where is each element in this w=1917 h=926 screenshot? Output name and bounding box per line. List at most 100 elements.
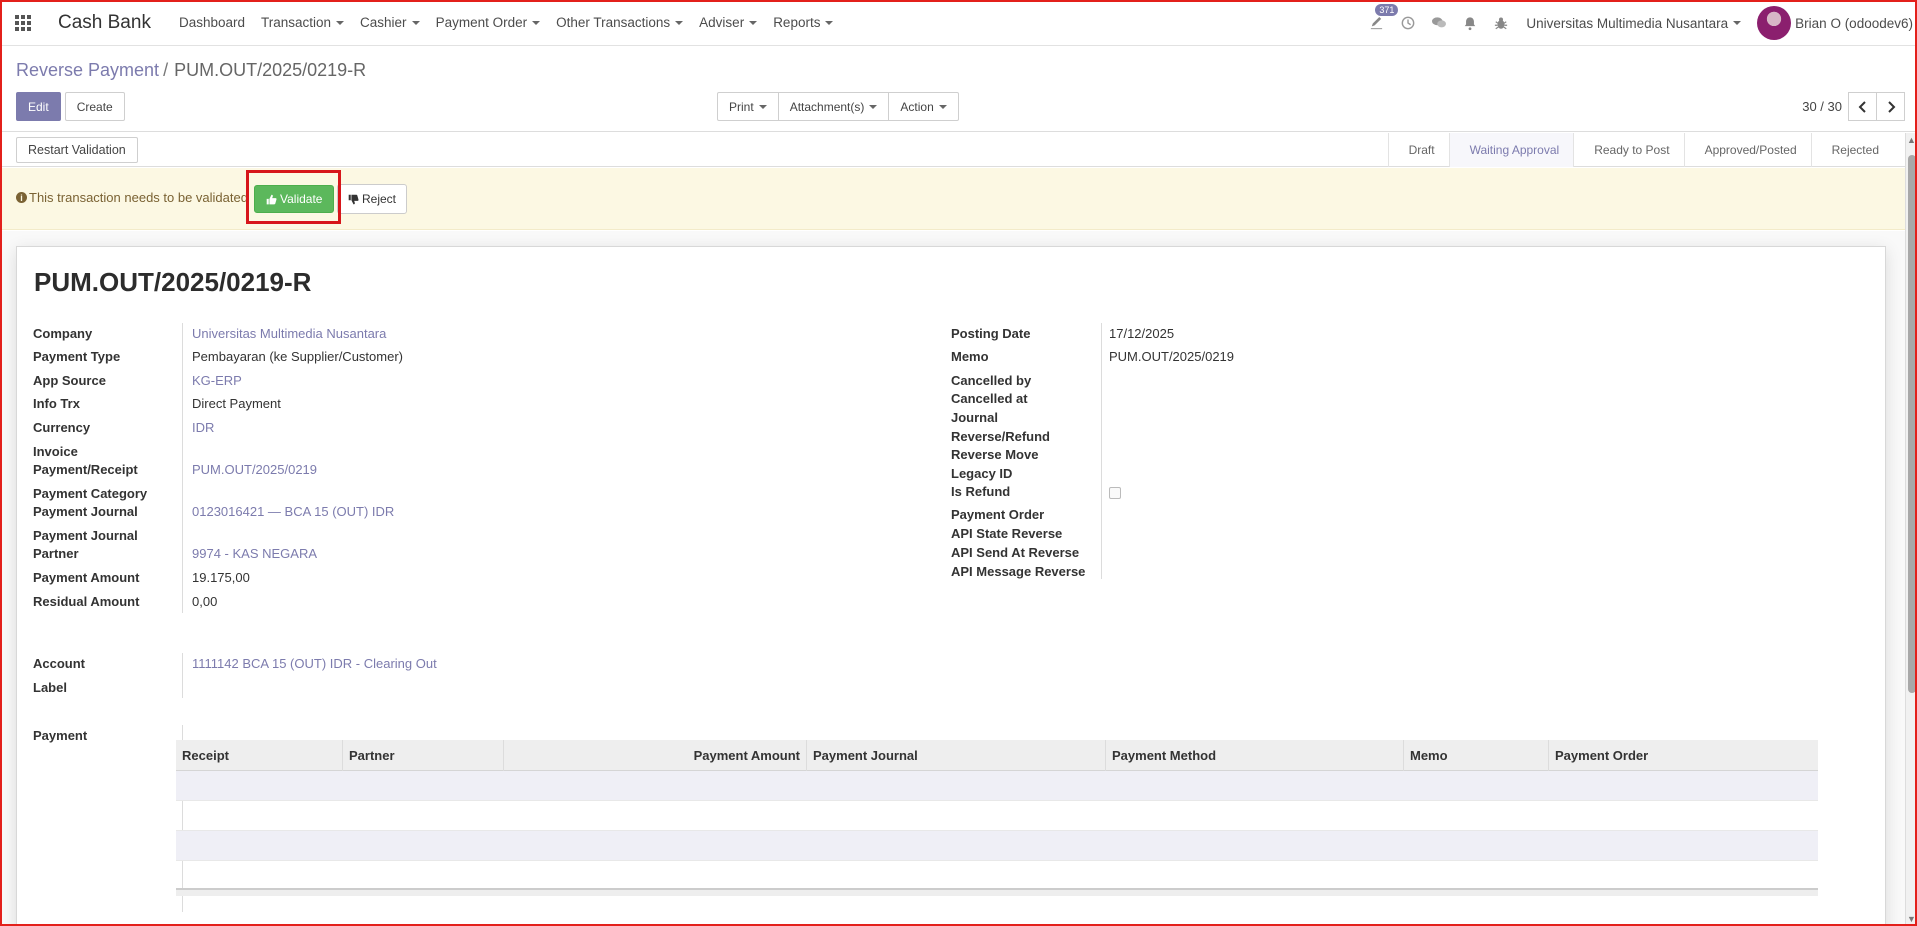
column-memo[interactable]: Memo [1404, 740, 1549, 771]
menu-label: Cashier [360, 15, 407, 30]
journal-label: Journal [951, 410, 998, 425]
caret-down-icon [532, 20, 541, 25]
company-value[interactable]: Universitas Multimedia Nusantara [192, 326, 386, 342]
column-payment-journal[interactable]: Payment Journal [807, 740, 1106, 771]
caret-down-icon [825, 20, 834, 25]
alert-message: i This transaction needs to be validated [16, 190, 248, 205]
app-source-label: App Source [33, 373, 106, 388]
payment-receipt-value[interactable]: PUM.OUT/2025/0219 [192, 462, 317, 478]
menu-label: Adviser [699, 15, 745, 30]
payment-amount-label: Payment Amount [33, 570, 140, 585]
user-name: Brian O (odoodev6) [1795, 15, 1913, 31]
menu-label: Reports [773, 15, 821, 30]
bell-icon[interactable] [1454, 0, 1485, 46]
is-refund-checkbox[interactable] [1109, 487, 1121, 499]
pager-previous-button[interactable] [1848, 92, 1877, 121]
menu-reports[interactable]: Reports [765, 0, 841, 46]
reject-button[interactable]: Reject [337, 184, 408, 214]
stage-approved-posted: Approved/Posted [1683, 133, 1811, 167]
apps-menu-icon[interactable] [0, 0, 46, 46]
form-statusbar: Restart Validation Draft Waiting Approva… [0, 133, 1905, 167]
menu-label: Payment Order [435, 15, 528, 30]
vertical-scrollbar[interactable]: ▲ ▼ [1905, 133, 1917, 926]
payment-order-label: Payment Order [951, 507, 1045, 522]
column-payment-order[interactable]: Payment Order [1549, 740, 1818, 771]
breadcrumb-parent-link[interactable]: Reverse Payment [16, 60, 159, 80]
info-trx-label: Info Trx [33, 396, 80, 411]
top-navbar: Cash Bank Dashboard Transaction Cashier … [0, 0, 1917, 46]
breadcrumb-separator: / [163, 60, 169, 80]
account-value[interactable]: 1111142 BCA 15 (OUT) IDR - Clearing Out [192, 656, 437, 672]
api-message-reverse-label: API Message Reverse [951, 564, 1086, 579]
menu-label: Transaction [261, 15, 332, 30]
menu-other-transactions[interactable]: Other Transactions [548, 0, 691, 46]
left-column-divider [182, 323, 183, 613]
currency-value[interactable]: IDR [192, 420, 214, 436]
action-dropdown[interactable]: Action [888, 92, 959, 121]
residual-amount-value: 0,00 [192, 594, 218, 609]
menu-payment-order[interactable]: Payment Order [428, 0, 549, 46]
edit-button[interactable]: Edit [16, 92, 61, 121]
table-row [176, 831, 1818, 861]
pager-value[interactable]: 30 / 30 [1802, 99, 1842, 114]
company-name: Universitas Multimedia Nusantara [1526, 15, 1729, 31]
alert-text: This transaction needs to be validated [29, 190, 248, 205]
cancelled-by-label: Cancelled by [951, 373, 1032, 388]
attachments-dropdown[interactable]: Attachment(s) [777, 92, 890, 121]
avatar [1757, 6, 1792, 40]
scroll-up-arrow-icon[interactable]: ▲ [1907, 135, 1916, 145]
column-partner[interactable]: Partner [343, 740, 504, 771]
app-title[interactable]: Cash Bank [58, 12, 151, 34]
table-footer [176, 888, 1818, 896]
column-payment-method[interactable]: Payment Method [1106, 740, 1404, 771]
column-receipt[interactable]: Receipt [176, 740, 343, 771]
menu-dashboard[interactable]: Dashboard [171, 0, 253, 46]
payment-journal-partner-label-1: Payment Journal [33, 528, 138, 543]
breadcrumb-current: PUM.OUT/2025/0219-R [174, 60, 367, 80]
print-dropdown[interactable]: Print [717, 92, 779, 121]
restart-validation-button[interactable]: Restart Validation [16, 137, 138, 163]
payment-journal-partner-value[interactable]: 9974 - KAS NEGARA [192, 546, 317, 562]
caret-down-icon [749, 20, 758, 25]
reject-label: Reject [362, 192, 397, 206]
bug-icon[interactable] [1485, 0, 1516, 46]
column-payment-amount[interactable]: Payment Amount [504, 740, 807, 771]
memo-value: PUM.OUT/2025/0219 [1109, 349, 1235, 364]
app-source-value[interactable]: KG-ERP [192, 373, 242, 389]
record-title: PUM.OUT/2025/0219-R [34, 267, 312, 297]
user-menu[interactable]: Brian O (odoodev6) [1757, 6, 1917, 40]
company-switcher[interactable]: Universitas Multimedia Nusantara [1526, 15, 1742, 31]
invoice-label: Invoice [33, 444, 78, 459]
payment-journal-value[interactable]: 0123016421 — BCA 15 (OUT) IDR [192, 504, 394, 520]
info-circle-icon: i [16, 192, 27, 203]
form-sheet: PUM.OUT/2025/0219-R Company Payment Type… [16, 246, 1886, 926]
activity-edit-icon[interactable]: 371 [1361, 0, 1399, 46]
chat-icon[interactable] [1423, 0, 1454, 46]
scrollbar-thumb[interactable] [1908, 155, 1916, 693]
stage-rejected: Rejected [1810, 133, 1893, 167]
create-button[interactable]: Create [64, 92, 125, 121]
breadcrumb: Reverse Payment / PUM.OUT/2025/0219-R [16, 60, 366, 81]
payment-category-label: Payment Category [33, 486, 148, 501]
scroll-down-arrow-icon[interactable]: ▼ [1907, 914, 1916, 924]
table-row [176, 801, 1818, 831]
payment-journal-label: Payment Journal [33, 504, 138, 519]
payment-type-value: Pembayaran (ke Supplier/Customer) [192, 349, 403, 364]
status-stages: Draft Waiting Approval Ready to Post App… [1387, 133, 1893, 167]
clock-icon[interactable] [1392, 0, 1423, 46]
pager: 30 / 30 [1802, 92, 1905, 121]
pager-next-button[interactable] [1876, 92, 1905, 121]
menu-label: Dashboard [178, 15, 245, 30]
is-refund-label: Is Refund [951, 484, 1011, 499]
chevron-right-icon [1887, 100, 1895, 113]
print-label: Print [729, 99, 754, 114]
posting-date-label: Posting Date [951, 326, 1031, 341]
menu-transaction[interactable]: Transaction [253, 0, 352, 46]
control-panel: Reverse Payment / PUM.OUT/2025/0219-R Edit… [0, 46, 1917, 132]
api-send-at-reverse-label: API Send At Reverse [951, 545, 1080, 560]
payment-label: Payment [33, 728, 88, 743]
chevron-left-icon [1858, 100, 1866, 113]
menu-adviser[interactable]: Adviser [691, 0, 765, 46]
residual-amount-label: Residual Amount [33, 594, 140, 609]
menu-cashier[interactable]: Cashier [352, 0, 428, 46]
